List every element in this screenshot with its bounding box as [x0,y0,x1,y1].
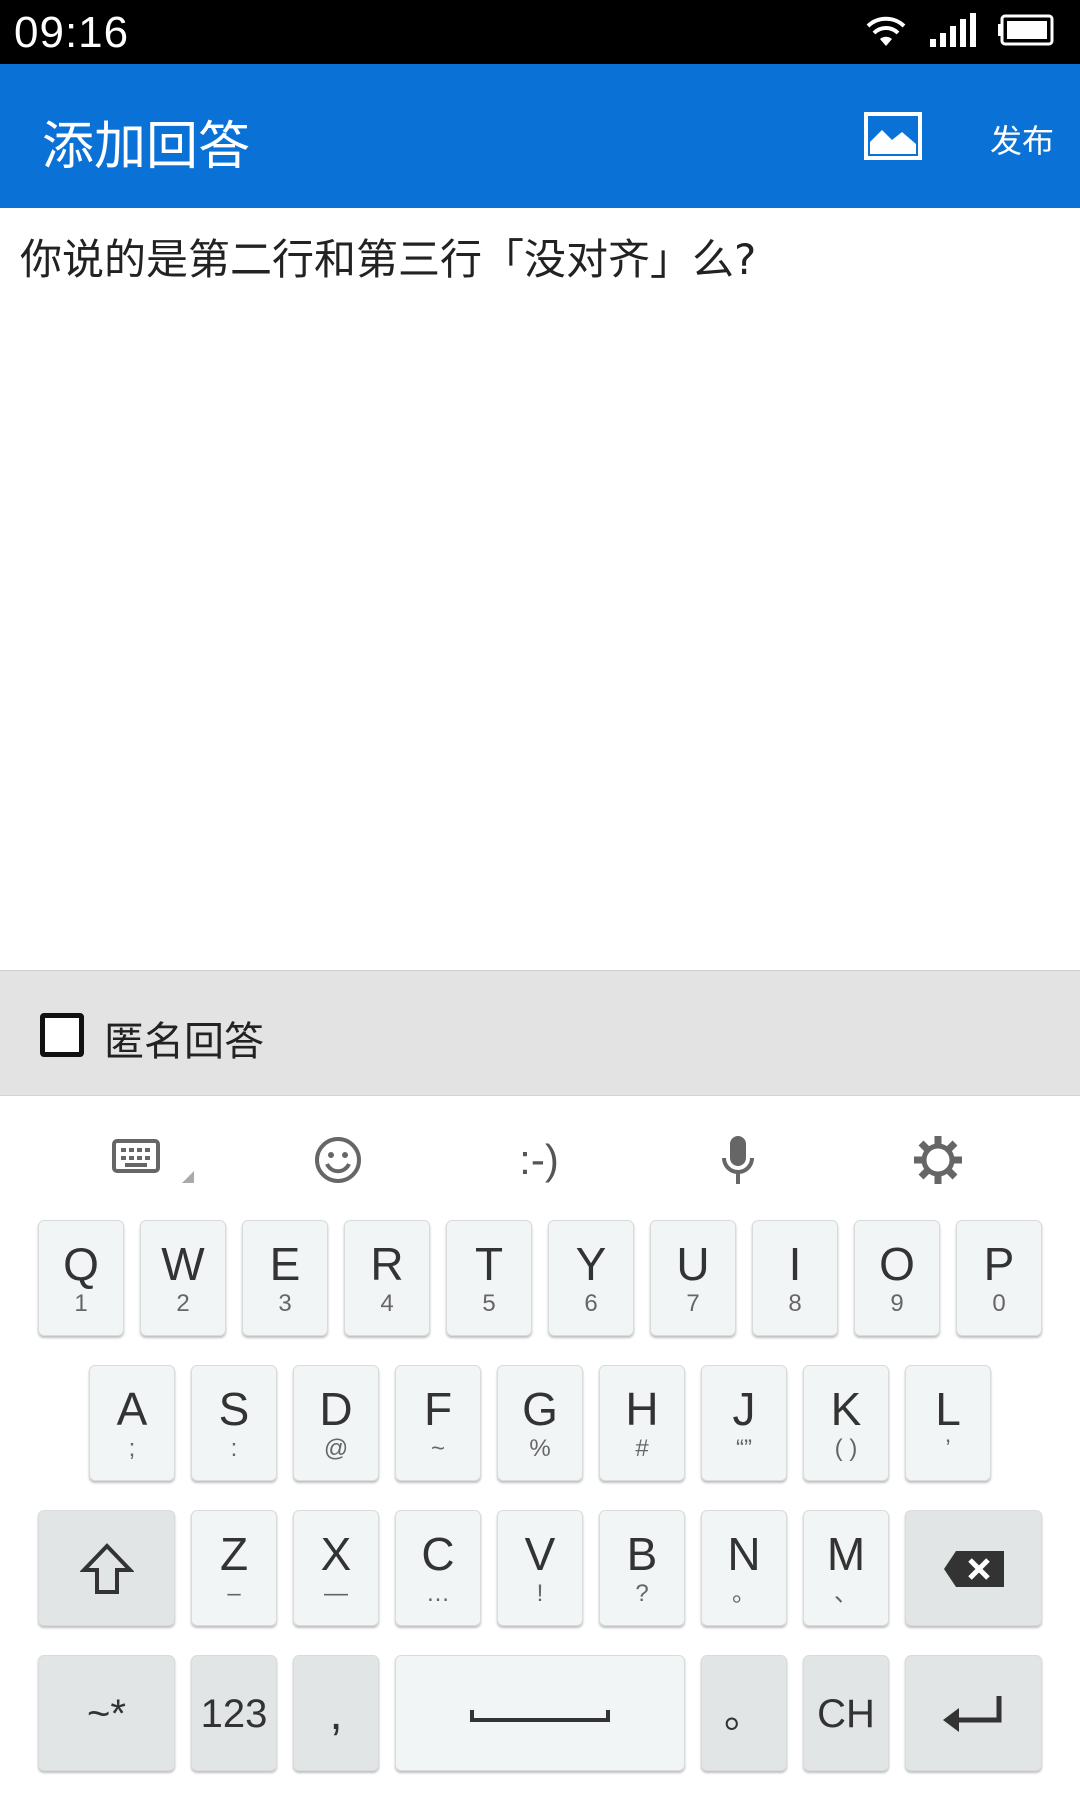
app-bar: 添加回答 发布 [0,64,1080,208]
space-bar-icon [470,1710,610,1722]
key-l[interactable]: L’ [905,1365,991,1481]
key-y[interactable]: Y6 [548,1220,634,1336]
enter-icon [942,1696,1001,1732]
key-h[interactable]: H # [599,1365,685,1481]
key-o[interactable]: O9 [854,1220,940,1336]
period-key[interactable]: 。 [701,1655,787,1771]
language-key[interactable]: CH [803,1655,889,1771]
emoticon-button[interactable]: :-) [504,1132,574,1188]
status-icons [864,12,1054,48]
space-key[interactable] [395,1655,685,1771]
backspace-key[interactable] [905,1510,1042,1626]
battery-icon [998,14,1054,46]
keyboard-toolbar: :-) [0,1096,1080,1216]
key-k[interactable]: K( ) [803,1365,889,1481]
keyboard-switch-icon[interactable] [112,1132,202,1188]
soft-keyboard: :-) Q1 W2 E3 R4 T5 Y6 U7 I8 O 9 P 0 A ; … [0,1096,1080,1800]
key-m[interactable]: M、 [803,1510,889,1626]
key-p[interactable]: P0 [956,1220,1042,1336]
anonymous-checkbox[interactable] [40,1013,84,1057]
numbers-key[interactable]: 123 [191,1655,277,1771]
key-x[interactable]: X — [293,1510,379,1626]
insert-image-icon[interactable] [864,112,922,160]
enter-key[interactable] [905,1655,1042,1771]
key-g[interactable]: G% [497,1365,583,1481]
key-j[interactable]: J “” [701,1365,787,1481]
symbols-key[interactable]: ~* [38,1655,175,1771]
mic-icon[interactable] [716,1132,760,1188]
key-u[interactable]: U7 [650,1220,736,1336]
key-w[interactable]: W2 [140,1220,226,1336]
signal-icon [930,13,976,47]
key-a[interactable]: A; [89,1365,175,1481]
anonymous-bar: 匿名回答 [0,970,1080,1096]
anonymous-label[interactable]: 匿名回答 [104,1009,264,1067]
key-e[interactable]: E3 [242,1220,328,1336]
backspace-icon [943,1551,1004,1587]
key-b[interactable]: B? [599,1510,685,1626]
key-i[interactable]: I8 [752,1220,838,1336]
shift-arrow-icon [78,1543,135,1594]
status-bar: 09:16 [0,0,1080,64]
key-q[interactable]: Q1 [38,1220,124,1336]
key-v[interactable]: V! [497,1510,583,1626]
comma-key[interactable]: , [293,1655,379,1771]
answer-text[interactable]: 你说的是第二行和第三行「没对齐」么? [20,226,756,287]
publish-button[interactable]: 发布 [990,116,1054,162]
wifi-icon [866,16,906,46]
key-t[interactable]: T5 [446,1220,532,1336]
answer-editor[interactable]: 你说的是第二行和第三行「没对齐」么? [0,208,1080,970]
key-f[interactable]: F ~ [395,1365,481,1481]
shift-key[interactable] [38,1510,175,1626]
key-z[interactable]: Z – [191,1510,277,1626]
status-time: 09:16 [14,8,130,57]
key-d[interactable]: D @ [293,1365,379,1481]
key-s[interactable]: S: [191,1365,277,1481]
page-title: 添加回答 [42,117,251,177]
key-r[interactable]: R4 [344,1220,430,1336]
key-c[interactable]: C… [395,1510,481,1626]
key-n[interactable]: N。 [701,1510,787,1626]
settings-gear-icon[interactable] [910,1132,966,1188]
emoji-icon[interactable] [310,1132,366,1188]
